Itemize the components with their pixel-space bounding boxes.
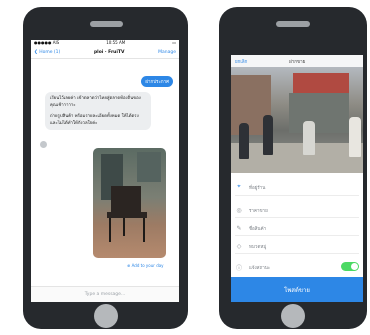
photo-person — [303, 121, 315, 155]
manage-button[interactable]: Manage — [158, 50, 176, 55]
location-field-label: ที่อยู่ร้าน — [249, 185, 266, 191]
photo-window-shape — [137, 152, 161, 182]
home-button[interactable] — [94, 304, 118, 328]
name-field-label: ชื่อสินค้า — [249, 226, 267, 232]
location-pin-icon: ⌖ — [237, 183, 241, 190]
photo-person — [263, 115, 273, 155]
status-toggle[interactable] — [341, 262, 359, 271]
tag-icon: ◇ — [236, 242, 242, 250]
post-button-label: โพสต์ขาย — [284, 286, 310, 294]
messenger-nav-bar: ❮ Home (1) ploi · FruiTV Manage — [31, 46, 179, 59]
photo-chair-back — [111, 186, 141, 214]
shared-photo[interactable] — [93, 148, 166, 258]
share-form-title: ฝากขาย — [289, 59, 306, 65]
sent-message-text: ฝากประกาศ — [145, 80, 169, 85]
photo-awning — [293, 73, 349, 93]
photo-chair-leg — [123, 218, 125, 236]
sender-avatar — [39, 140, 48, 149]
right-phone: ยกเลิก ฝากขาย ⌖ ที่อยู่ร้าน ◎ ราคาขาย ✎ … — [219, 7, 367, 329]
price-field-label: ราคาขาย — [249, 208, 268, 214]
battery-icon: ▭ — [172, 40, 176, 45]
home-button[interactable] — [281, 304, 305, 328]
received-message-line-1: เรียนไว้เลยค่า เข้าตลาดว่าไทยสู่ตลาดท้อง… — [50, 96, 141, 108]
edit-icon: ✎ — [236, 224, 242, 232]
photo-chair-leg — [143, 218, 145, 242]
messenger-screen: ●●●●● AIS 10:55 AM ▭ ❮ Home (1) ploi · F… — [31, 40, 179, 302]
carrier-label: ●●●●● AIS — [34, 40, 60, 45]
price-icon: ◎ — [236, 206, 242, 214]
received-message-bubble[interactable]: เรียนไว้เลยค่า เข้าตลาดว่าไทยสู่ตลาดท้อง… — [45, 92, 151, 130]
photo-person — [239, 123, 249, 159]
photo-shop — [289, 93, 349, 133]
photo-person — [349, 117, 361, 157]
status-toggle-label: แจ้งสถานะ — [249, 265, 271, 271]
speaker-grille — [90, 21, 123, 27]
message-input-placeholder: Type a message... — [84, 292, 126, 297]
post-button[interactable]: โพสต์ขาย — [231, 277, 363, 302]
photo-chair-leg — [109, 218, 111, 242]
photo-road — [231, 143, 363, 173]
clock-label: 10:55 AM — [106, 40, 126, 45]
cancel-button[interactable]: ยกเลิก — [235, 58, 247, 65]
add-to-day-link[interactable]: ⊕ Add to your day — [127, 263, 164, 268]
price-field[interactable]: ◎ ราคาขาย — [235, 203, 359, 218]
add-to-day-label: Add to your day — [131, 263, 164, 268]
speaker-grille — [276, 21, 310, 27]
message-input[interactable]: Type a message... — [31, 286, 179, 302]
share-form-screen: ยกเลิก ฝากขาย ⌖ ที่อยู่ร้าน ◎ ราคาขาย ✎ … — [231, 55, 363, 302]
sent-message-bubble[interactable]: ฝากประกาศ — [141, 76, 173, 87]
left-phone: ●●●●● AIS 10:55 AM ▭ ❮ Home (1) ploi · F… — [23, 7, 188, 329]
tag-field[interactable]: ◇ หมวดหมู่ — [235, 239, 359, 254]
info-icon: ⓘ — [235, 264, 242, 272]
tag-field-label: หมวดหมู่ — [249, 244, 267, 250]
photo-chair-seat — [107, 212, 147, 218]
name-field[interactable]: ✎ ชื่อสินค้า — [235, 221, 359, 236]
conversation-title[interactable]: ploi · FruiTV — [94, 50, 125, 55]
back-button[interactable]: ❮ Home (1) — [34, 50, 60, 55]
location-field[interactable]: ⌖ ที่อยู่ร้าน — [235, 179, 359, 196]
received-message-line-2: ถ่ายรูปสินค้า พร้อมรายละเอียดทั้งหมด ให้… — [50, 114, 139, 126]
street-photo[interactable] — [231, 67, 363, 173]
